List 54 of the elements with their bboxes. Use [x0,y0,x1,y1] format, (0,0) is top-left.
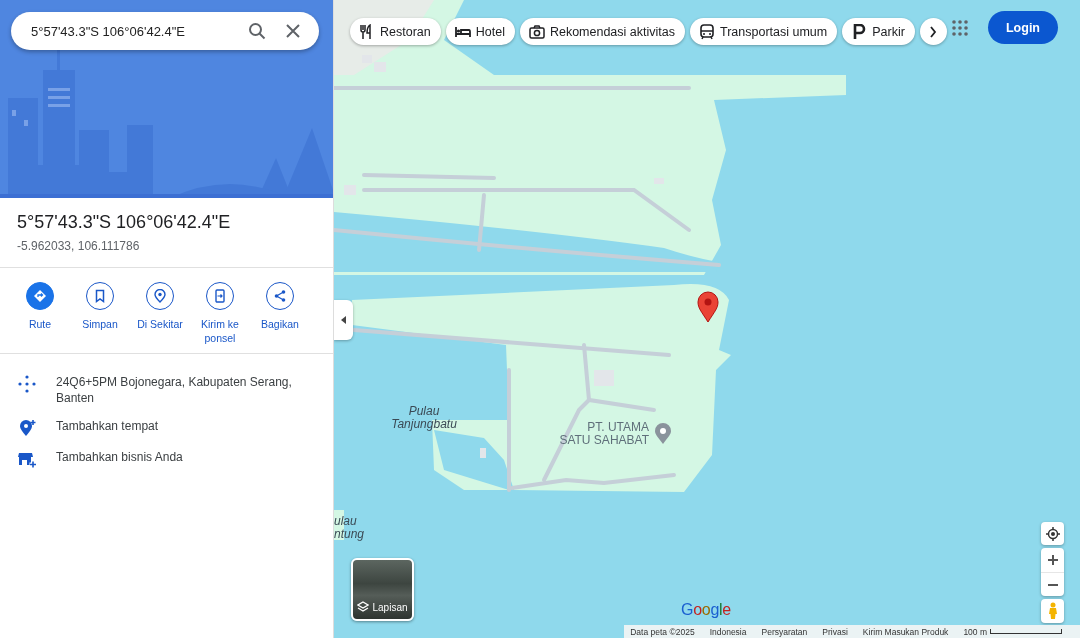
search-icon [248,22,266,40]
action-button[interactable]: Simpan [70,282,130,345]
caret-icon [340,316,347,324]
action-link[interactable]: Tambahkan bisnis Anda [56,449,183,465]
bookmark-icon [93,289,107,303]
category-chip[interactable]: Rekomendasi aktivitas [519,18,685,45]
login-button[interactable]: Login [988,11,1058,44]
footer-link[interactable]: Privasi [822,626,848,637]
action-button[interactable]: Bagikan [250,282,310,345]
action-button[interactable]: Kirim ke ponsel [190,282,250,345]
search-bar[interactable]: 5°57'43.3"S 106°06'42.4"E [11,12,319,50]
category-chip[interactable]: Restoran [350,18,441,45]
map-label: ulau ntung [334,515,366,541]
chevron-right-icon [929,25,938,38]
scale-bar [990,629,1062,634]
dots-grid-icon [18,375,36,393]
map-pin-icon [697,291,719,323]
bus-icon [699,23,715,40]
camera-icon [528,23,545,40]
action-button[interactable]: Di Sekitar [130,282,190,345]
location-pin-icon [153,289,167,303]
map-label: Pulau Tanjungbatu [390,405,458,431]
category-chip[interactable]: Transportasi umum [690,18,838,45]
apps-button[interactable] [952,20,968,36]
diamond-arrow-icon [33,289,47,303]
action-link[interactable]: Tambahkan tempat [56,418,159,434]
footer-link[interactable]: Kirim Masukan Produk [862,626,949,637]
map-label: PT. UTAMA SATU SAHABAT [559,421,649,447]
close-icon [286,24,300,38]
plus-icon [1047,555,1058,565]
my-location-button[interactable] [1041,522,1064,545]
add-location-icon [18,419,36,437]
layers-icon [357,601,370,613]
place-marker-icon [654,423,672,445]
scale-label: 100 m [963,626,987,637]
attribution-text: Data peta ©2025 [630,626,695,637]
category-chip[interactable]: Parkir [842,18,915,45]
coordinates-text: -5.962033, 106.111786 [17,239,141,253]
footer-link[interactable]: Indonesia [709,626,747,637]
share-icon [273,289,287,303]
layers-button[interactable]: Lapisan [351,558,414,621]
address-text: 24Q6+5PM Bojonegara, Kabupaten Serang, Banten [56,374,293,406]
category-chip[interactable]: Hotel [445,18,515,45]
crosshair-icon [1045,526,1060,541]
collapse-button[interactable] [334,300,353,340]
add-store-icon [18,450,36,468]
action-button[interactable]: Rute [10,282,70,345]
parking-icon [851,23,868,40]
grid-icon [952,20,968,36]
footer-link[interactable]: Persyaratan [761,626,808,637]
person-icon [1047,602,1058,620]
place-title: 5°57'43.3"S 106°06'42.4"E [17,212,232,233]
google-logo: Google [681,601,731,619]
next-button[interactable] [919,18,947,45]
